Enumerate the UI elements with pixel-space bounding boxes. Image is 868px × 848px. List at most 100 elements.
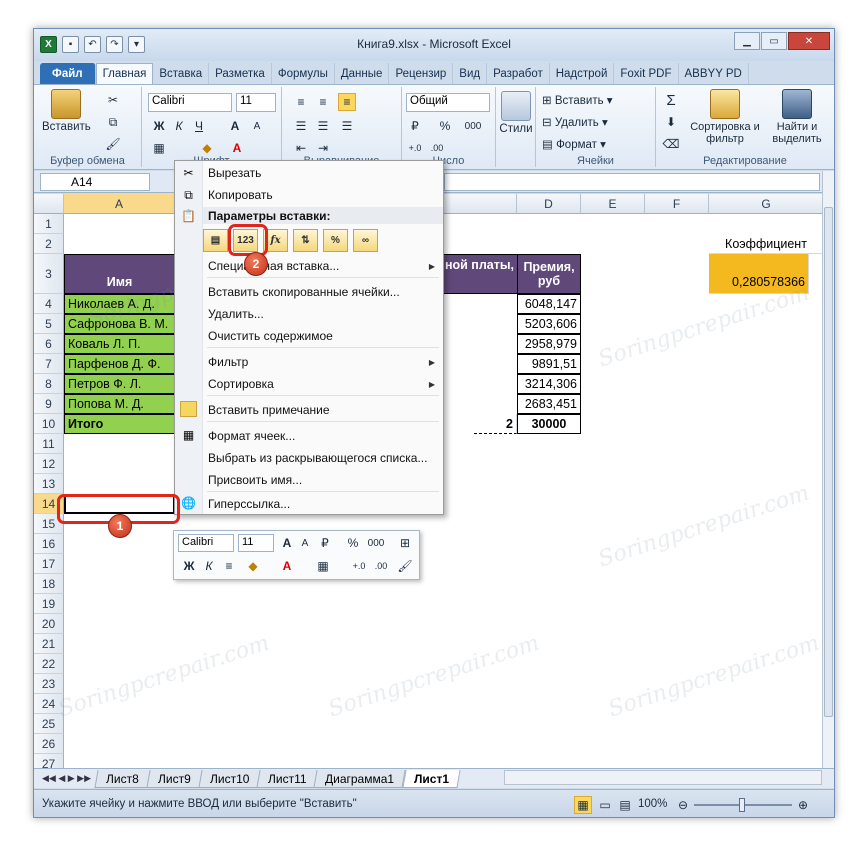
mini-merge-icon[interactable]: ⊞ [396,534,414,552]
mini-percent-button[interactable]: % [344,534,362,552]
menu-item-sort[interactable]: Сортировка [208,377,274,391]
row-header[interactable]: 17 [34,554,64,574]
paste-button[interactable]: Вставить [42,89,91,133]
name-cell[interactable]: Попова М. Д. [64,394,175,414]
menu-item-insert-copied[interactable]: Вставить скопированные ячейки... [208,285,400,299]
minimize-button[interactable]: ▁ [734,32,760,50]
align-center-icon[interactable]: ☰ [314,117,332,135]
mini-font-box[interactable]: Calibri [178,534,234,552]
col-header-d[interactable]: D [517,194,581,214]
mini-font-color-icon[interactable]: A [278,557,296,575]
row-header[interactable]: 8 [34,374,64,394]
row-header[interactable]: 13 [34,474,64,494]
menu-item-clear[interactable]: Очистить содержимое [208,329,333,343]
bonus-cell[interactable]: 6048,147 [517,294,581,314]
mini-fill-color-icon[interactable]: ◆ [244,557,262,575]
copy-icon[interactable]: ⧉ [104,113,122,131]
font-name-box[interactable]: Calibri [148,93,232,112]
number-format-box[interactable]: Общий [406,93,490,112]
row-header[interactable]: 24 [34,694,64,714]
bonus-cell[interactable]: 9891,51 [517,354,581,374]
paste-icon[interactable]: ▤ [203,229,228,252]
col-header-a[interactable]: A [64,194,175,214]
name-cell[interactable]: Николаев А. Д. [64,294,175,314]
clear-icon[interactable]: ⌫ [662,135,680,153]
link-icon[interactable]: ∞ [353,229,378,252]
header-name-cell[interactable]: Имя [64,254,175,294]
coef-label-cell[interactable]: Коэффициент [709,234,824,254]
sheet-tab-active[interactable]: Лист1 [401,769,461,788]
row-header[interactable]: 6 [34,334,64,354]
currency-icon[interactable]: ₽ [406,117,424,135]
name-cell[interactable]: Сафронова В. М. [64,314,175,334]
mini-format-painter-icon[interactable]: 🖌 [396,557,414,575]
shrink-font-icon[interactable]: A [296,534,314,552]
page-break-icon[interactable]: ▤ [616,796,634,814]
mini-currency-icon[interactable]: ₽ [316,534,334,552]
delete-cells-button[interactable]: ⊟ Удалить ▾ [542,115,608,129]
menu-item-format-cells[interactable]: Формат ячеек... [208,429,295,443]
row-header[interactable]: 25 [34,714,64,734]
row-header[interactable]: 3 [34,254,64,294]
menu-item-filter[interactable]: Фильтр [208,355,248,369]
bonus-cell[interactable]: 3214,306 [517,374,581,394]
row-header[interactable]: 5 [34,314,64,334]
sheet-tab[interactable]: Лист9 [146,769,203,788]
col-header-g[interactable]: G [709,194,824,214]
bonus-cell[interactable]: 2683,451 [517,394,581,414]
total-bonus-cell[interactable]: 30000 [517,414,581,434]
header-bonus-cell[interactable]: Премия, руб [517,254,581,294]
tab-developer[interactable]: Разработ [487,63,550,84]
mini-size-box[interactable]: 11 [238,534,274,552]
row-header[interactable]: 23 [34,674,64,694]
tab-data[interactable]: Данные [335,63,390,84]
menu-item-copy[interactable]: Копировать [208,188,273,202]
tab-home[interactable]: Главная [95,63,154,84]
menu-item-delete[interactable]: Удалить... [208,307,264,321]
vertical-scroll-thumb[interactable] [824,207,833,717]
menu-item-paste-special[interactable]: Специальная вставка... [208,259,339,273]
mini-italic-button[interactable]: К [200,557,218,575]
row-header[interactable]: 27 [34,754,64,768]
styles-button[interactable]: Стили [496,91,536,135]
mini-align-icon[interactable]: ≡ [220,557,238,575]
tab-abbyy[interactable]: ABBYY PD [679,63,749,84]
row-header[interactable]: 26 [34,734,64,754]
row-header[interactable]: 19 [34,594,64,614]
zoom-out-icon[interactable]: ⊖ [674,796,692,814]
menu-item-pick-list[interactable]: Выбрать из раскрывающегося списка... [208,451,427,465]
format-painter-icon[interactable]: 🖌 [104,135,122,153]
grow-font-icon[interactable]: A [278,534,296,552]
row-header[interactable]: 9 [34,394,64,414]
transpose-icon[interactable]: ⇅ [293,229,318,252]
tab-formulas[interactable]: Формулы [272,63,335,84]
horizontal-scrollbar[interactable] [504,770,822,785]
insert-cells-button[interactable]: ⊞ Вставить ▾ [542,93,613,107]
mini-bold-button[interactable]: Ж [180,557,198,575]
align-middle-icon[interactable]: ≡ [314,93,332,111]
row-header[interactable]: 2 [34,234,64,254]
mini-dec-decimal-icon[interactable]: .00 [372,557,390,575]
align-right-icon[interactable]: ☰ [338,117,356,135]
menu-item-hyperlink[interactable]: Гиперссылка... [208,497,290,511]
col-header-f[interactable]: F [645,194,709,214]
font-size-box[interactable]: 11 [236,93,276,112]
sheet-tab[interactable]: Лист11 [256,769,319,788]
row-header[interactable]: 21 [34,634,64,654]
tab-file[interactable]: Файл [40,63,96,84]
mini-thousands-button[interactable]: 000 [364,534,388,552]
tab-view[interactable]: Вид [453,63,488,84]
align-left-icon[interactable]: ☰ [292,117,310,135]
menu-item-define-name[interactable]: Присвоить имя... [208,473,302,487]
row-header[interactable]: 11 [34,434,64,454]
cut-icon[interactable]: ✂ [104,91,122,109]
select-all-corner[interactable] [34,194,64,214]
tab-review[interactable]: Рецензир [389,63,454,84]
row-header[interactable]: 7 [34,354,64,374]
row-header[interactable]: 4 [34,294,64,314]
autosum-icon[interactable]: Σ [662,91,680,109]
row-header[interactable]: 12 [34,454,64,474]
header-salary-cell[interactable]: ной платы, [434,254,518,294]
bonus-cell[interactable]: 2958,979 [517,334,581,354]
sheet-tab[interactable]: Лист8 [94,769,151,788]
